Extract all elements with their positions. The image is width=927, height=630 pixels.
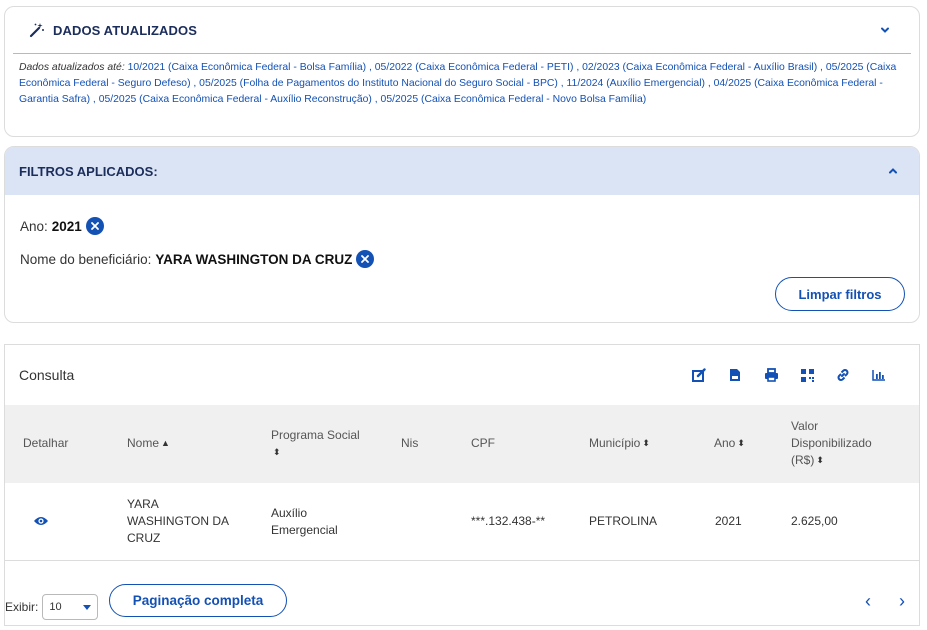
updated-data-text: Dados atualizados até: 10/2021 (Caixa Ec… (5, 54, 919, 114)
cell-ano: 2021 (715, 514, 742, 528)
col-ano[interactable]: Ano ⬍ (714, 435, 745, 452)
page-size-select[interactable]: 10 (42, 594, 99, 620)
consulta-card: Consulta Detalhar Nome ▲ Programa Social… (4, 344, 920, 626)
applied-filters-title: FILTROS APLICADOS: (19, 163, 158, 179)
filter-ano: Ano: 2021 (20, 217, 104, 235)
col-valor-label-1: Valor (791, 419, 819, 433)
full-pagination-button[interactable]: Paginação completa (109, 584, 287, 617)
updated-data-dates: 10/2021 (Caixa Econômica Federal - Bolsa… (19, 62, 897, 105)
page-size-value: 10 (49, 601, 62, 613)
cell-cpf: ***.132.438-** (471, 514, 546, 528)
filter-ano-label: Ano: (20, 218, 48, 234)
page-size-control: Exibir: 10 (5, 594, 99, 620)
caret-down-icon (83, 604, 92, 610)
updated-data-card: DADOS ATUALIZADOS Dados atualizados até:… (4, 6, 920, 137)
col-programa-label: Programa Social (271, 428, 360, 442)
col-nis: Nis (401, 436, 419, 450)
filter-nome-value: YARA WASHINGTON DA CRUZ (155, 251, 353, 267)
col-nome-label: Nome (127, 436, 160, 450)
cell-municipio: PETROLINA (589, 514, 658, 528)
clear-filters-button[interactable]: Limpar filtros (775, 277, 905, 311)
chart-icon (872, 370, 885, 381)
sort-icon: ⬍ (273, 447, 281, 457)
col-detalhar: Detalhar (23, 436, 69, 450)
link-icon (837, 369, 849, 381)
sort-icon: ⬍ (737, 438, 745, 448)
magic-wand-icon (29, 23, 44, 38)
file-icon (730, 369, 740, 381)
chevron-up-icon[interactable] (887, 165, 899, 177)
prev-page-icon[interactable]: ‹ (865, 591, 871, 611)
col-municipio[interactable]: Município ⬍ (589, 435, 650, 452)
col-valor-label-3: (R$) (791, 453, 815, 467)
col-nome[interactable]: Nome ▲ (127, 435, 170, 452)
consulta-toolbar (681, 363, 897, 387)
edit-columns-button[interactable] (681, 363, 717, 387)
edit-icon (692, 368, 706, 382)
view-details-eye-icon[interactable] (33, 515, 49, 527)
table-row: YARA WASHINGTON DA CRUZ Auxílio Emergencial… (5, 483, 919, 561)
col-valor[interactable]: Valor Disponibilizado (R$) ⬍ (791, 418, 872, 469)
col-valor-label-2: Disponibilizado (791, 436, 872, 450)
sort-icon: ⬍ (642, 438, 650, 448)
next-page-icon[interactable]: › (899, 591, 905, 611)
download-csv-button[interactable] (717, 363, 753, 387)
chevron-down-icon[interactable] (879, 24, 891, 36)
col-municipio-label: Município (589, 436, 641, 450)
qr-code-button[interactable] (789, 363, 825, 387)
sort-asc-icon: ▲ (161, 438, 170, 448)
col-programa[interactable]: Programa Social ⬍ (271, 427, 360, 461)
qr-icon (800, 368, 814, 382)
chart-view-button[interactable] (861, 363, 897, 387)
remove-filter-nome-icon[interactable] (356, 250, 375, 268)
cell-nome-l1: YARA (127, 497, 159, 511)
consulta-title: Consulta (19, 367, 75, 383)
updated-data-header[interactable]: DADOS ATUALIZADOS (13, 7, 911, 54)
updated-data-lead: Dados atualizados até: (19, 62, 125, 73)
applied-filters-header[interactable]: FILTROS APLICADOS: (5, 147, 919, 195)
cell-programa: Auxílio Emergencial (271, 505, 338, 539)
print-button[interactable] (753, 363, 789, 387)
cell-valor: 2.625,00 (791, 514, 838, 528)
col-ano-label: Ano (714, 436, 736, 450)
cell-programa-l2: Emergencial (271, 523, 338, 537)
cell-nome-l3: CRUZ (127, 531, 161, 545)
cell-nome: YARA WASHINGTON DA CRUZ (127, 496, 229, 547)
col-cpf: CPF (471, 436, 495, 450)
table-header: Detalhar Nome ▲ Programa Social ⬍ Nis CPF … (5, 405, 919, 483)
pagination-bar: Exibir: 10 Paginação completa ‹ › (5, 583, 919, 620)
cell-programa-l1: Auxílio (271, 506, 308, 520)
print-icon (764, 368, 778, 382)
consulta-header: Consulta (5, 345, 919, 405)
copy-link-button[interactable] (825, 363, 861, 387)
applied-filters-card: FILTROS APLICADOS: Ano: 2021 Nome do ben… (4, 146, 920, 323)
filter-nome-label: Nome do beneficiário: (20, 251, 152, 267)
pager: ‹ › (865, 591, 905, 611)
page-size-label: Exibir: (5, 600, 39, 614)
cell-nome-l2: WASHINGTON DA (127, 514, 230, 528)
filter-ano-value: 2021 (51, 218, 82, 234)
remove-filter-ano-icon[interactable] (85, 217, 104, 235)
sort-icon: ⬍ (816, 455, 824, 465)
filter-nome: Nome do beneficiário: YARA WASHINGTON DA… (20, 250, 375, 268)
updated-data-title: DADOS ATUALIZADOS (53, 22, 197, 38)
